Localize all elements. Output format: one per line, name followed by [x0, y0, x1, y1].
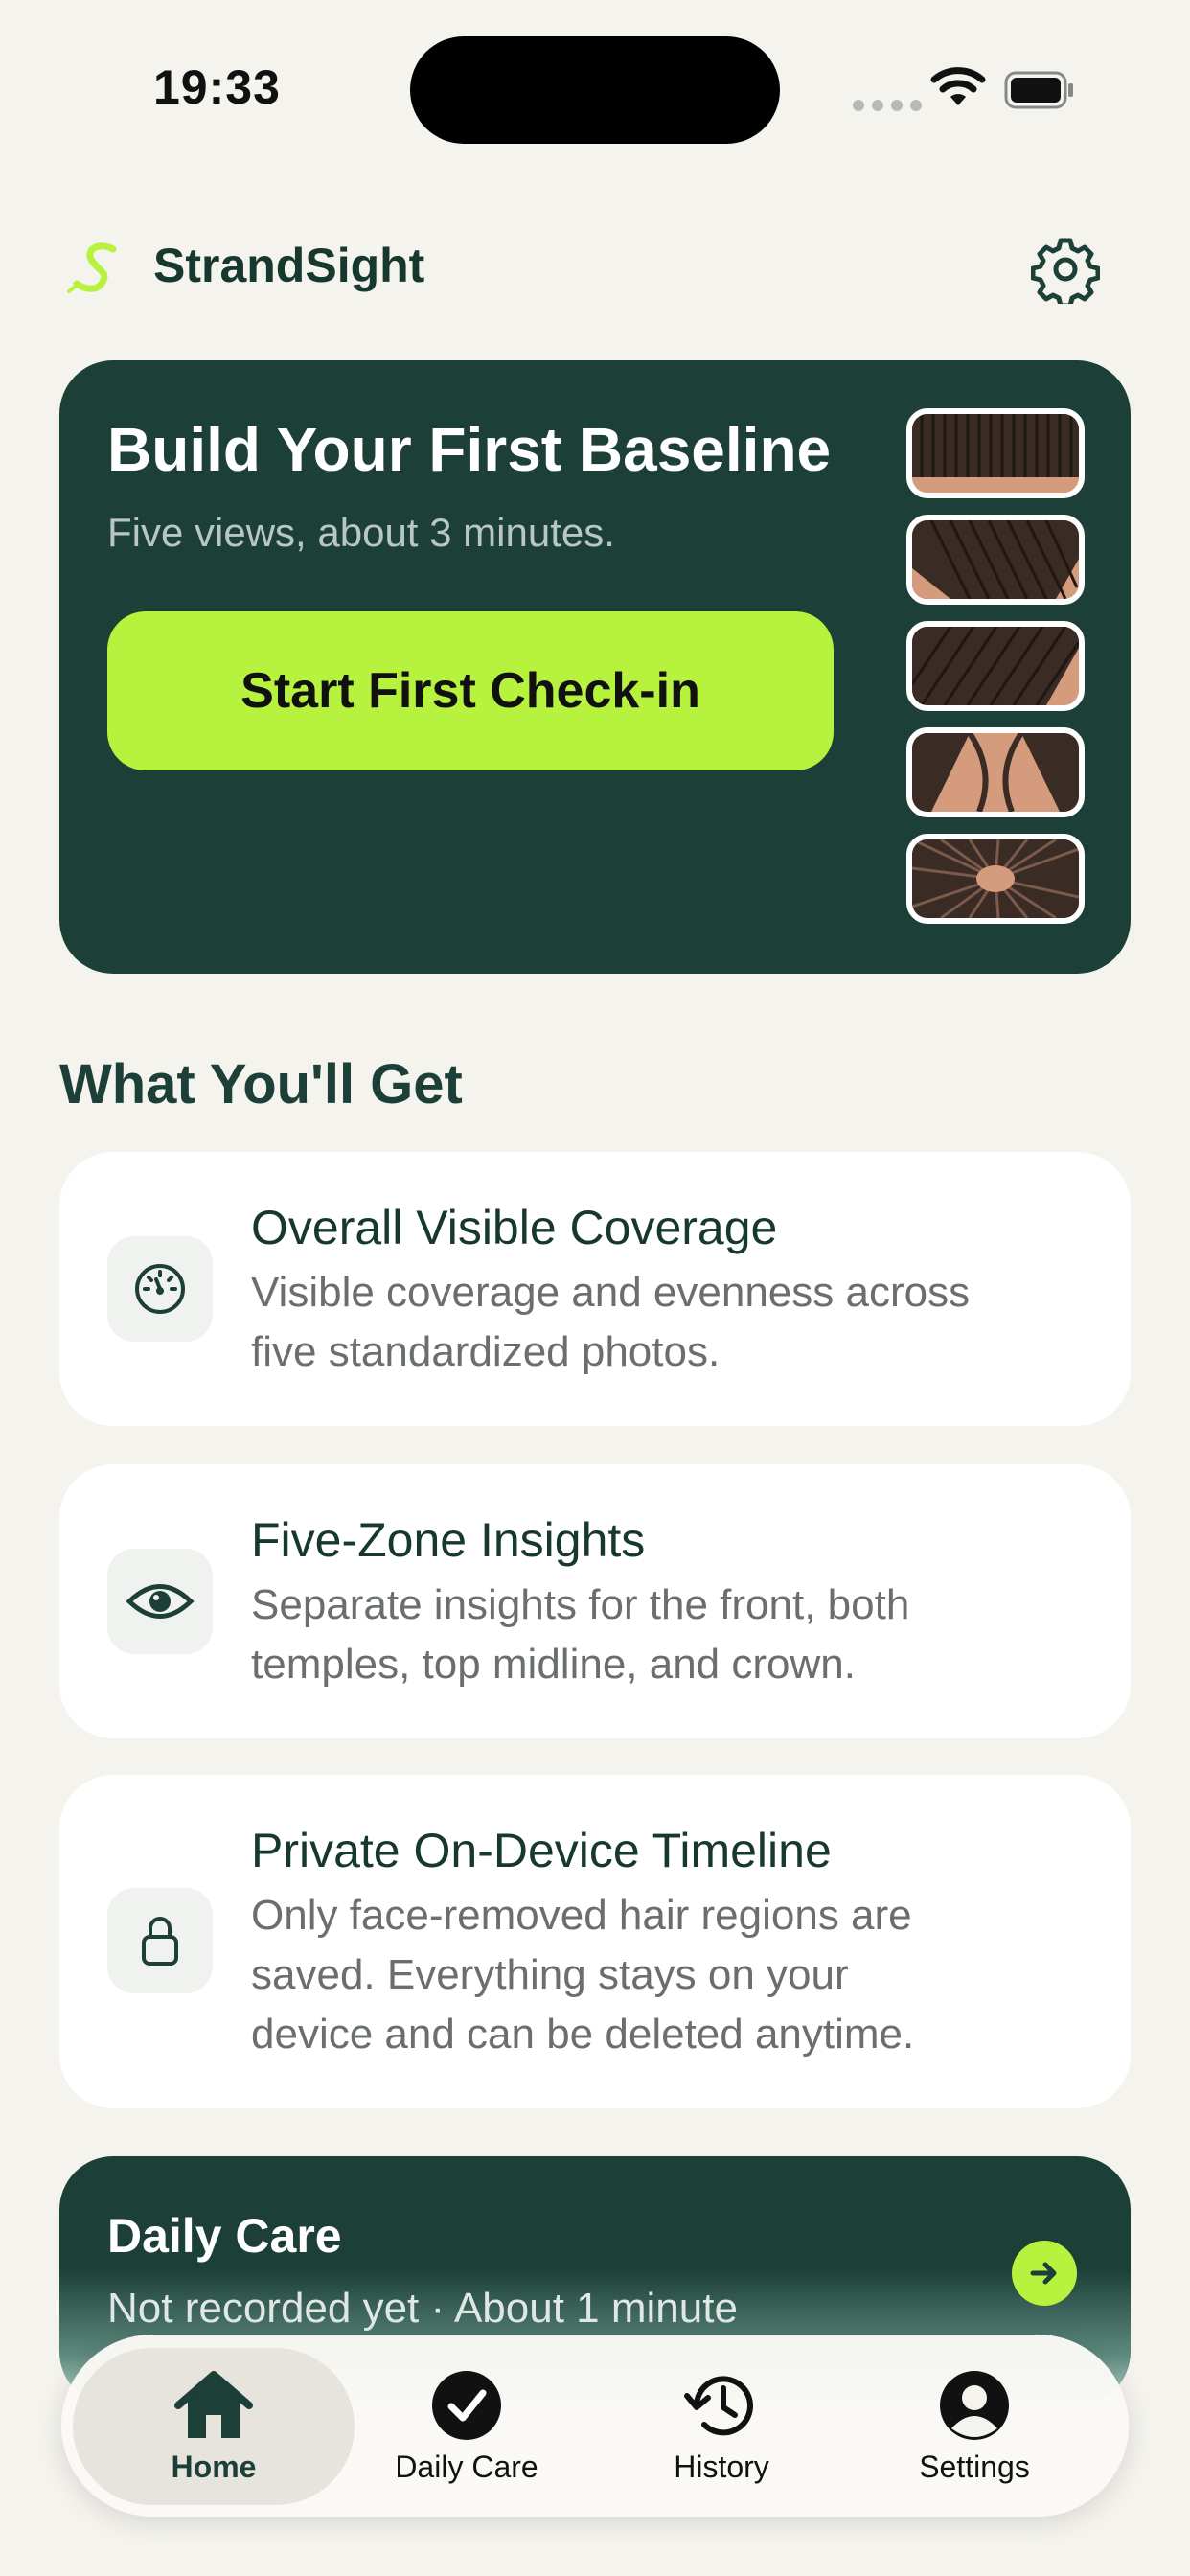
tab-label: Daily Care: [395, 2450, 538, 2484]
tab-label: Settings: [919, 2450, 1030, 2484]
history-clock-icon: [684, 2376, 753, 2436]
eye-icon: [107, 1549, 213, 1654]
feature-card-coverage: Overall Visible Coverage Visible coverag…: [59, 1152, 1131, 1426]
battery-icon: [1004, 71, 1073, 109]
tab-daily-care[interactable]: Daily Care: [361, 2369, 572, 2485]
wifi-icon: [930, 67, 986, 105]
left-temple-thumbnail: [906, 515, 1085, 605]
person-circle-icon: [940, 2371, 1009, 2440]
app-name: StrandSight: [153, 239, 425, 292]
feature-description: Separate insights for the front, both te…: [251, 1581, 910, 1688]
tab-home[interactable]: Home: [108, 2369, 319, 2485]
cellular-signal-icon: [853, 100, 922, 111]
tab-label: Home: [171, 2450, 257, 2484]
checkmark-circle-icon: [432, 2371, 501, 2440]
crown-thumbnail: [906, 834, 1085, 924]
feature-title: Overall Visible Coverage: [251, 1201, 778, 1254]
gear-icon[interactable]: [1031, 235, 1100, 304]
status-time: 19:33: [153, 60, 281, 114]
feature-description: Only face-removed hair regions are saved…: [251, 1892, 915, 2058]
daily-care-subtitle: Not recorded yet · About 1 minute: [107, 2285, 738, 2332]
feature-card-privacy: Private On-Device Timeline Only face-rem…: [59, 1775, 1131, 2108]
arrow-right-icon[interactable]: [1012, 2241, 1077, 2306]
strandsight-logo-icon: [67, 242, 117, 293]
lock-icon: [107, 1888, 213, 1993]
right-temple-thumbnail: [906, 621, 1085, 711]
feature-title: Private On-Device Timeline: [251, 1824, 832, 1877]
start-first-checkin-button[interactable]: Start First Check-in: [107, 611, 834, 770]
front-view-thumbnail: [906, 408, 1085, 498]
gauge-icon: [107, 1236, 213, 1342]
tab-settings[interactable]: Settings: [869, 2369, 1080, 2485]
top-midline-thumbnail: [906, 727, 1085, 817]
feature-title: Five-Zone Insights: [251, 1513, 646, 1567]
tab-history[interactable]: History: [616, 2369, 827, 2485]
feature-card-zones: Five-Zone Insights Separate insights for…: [59, 1464, 1131, 1738]
hero-title: Build Your First Baseline: [107, 415, 832, 484]
daily-care-title: Daily Care: [107, 2209, 342, 2263]
feature-description: Visible coverage and evenness across fiv…: [251, 1269, 971, 1375]
house-icon: [174, 2371, 253, 2438]
section-title: What You'll Get: [59, 1053, 463, 1116]
hero-subtitle: Five views, about 3 minutes.: [107, 510, 615, 555]
tab-label: History: [674, 2450, 769, 2484]
dynamic-island: [410, 36, 780, 144]
